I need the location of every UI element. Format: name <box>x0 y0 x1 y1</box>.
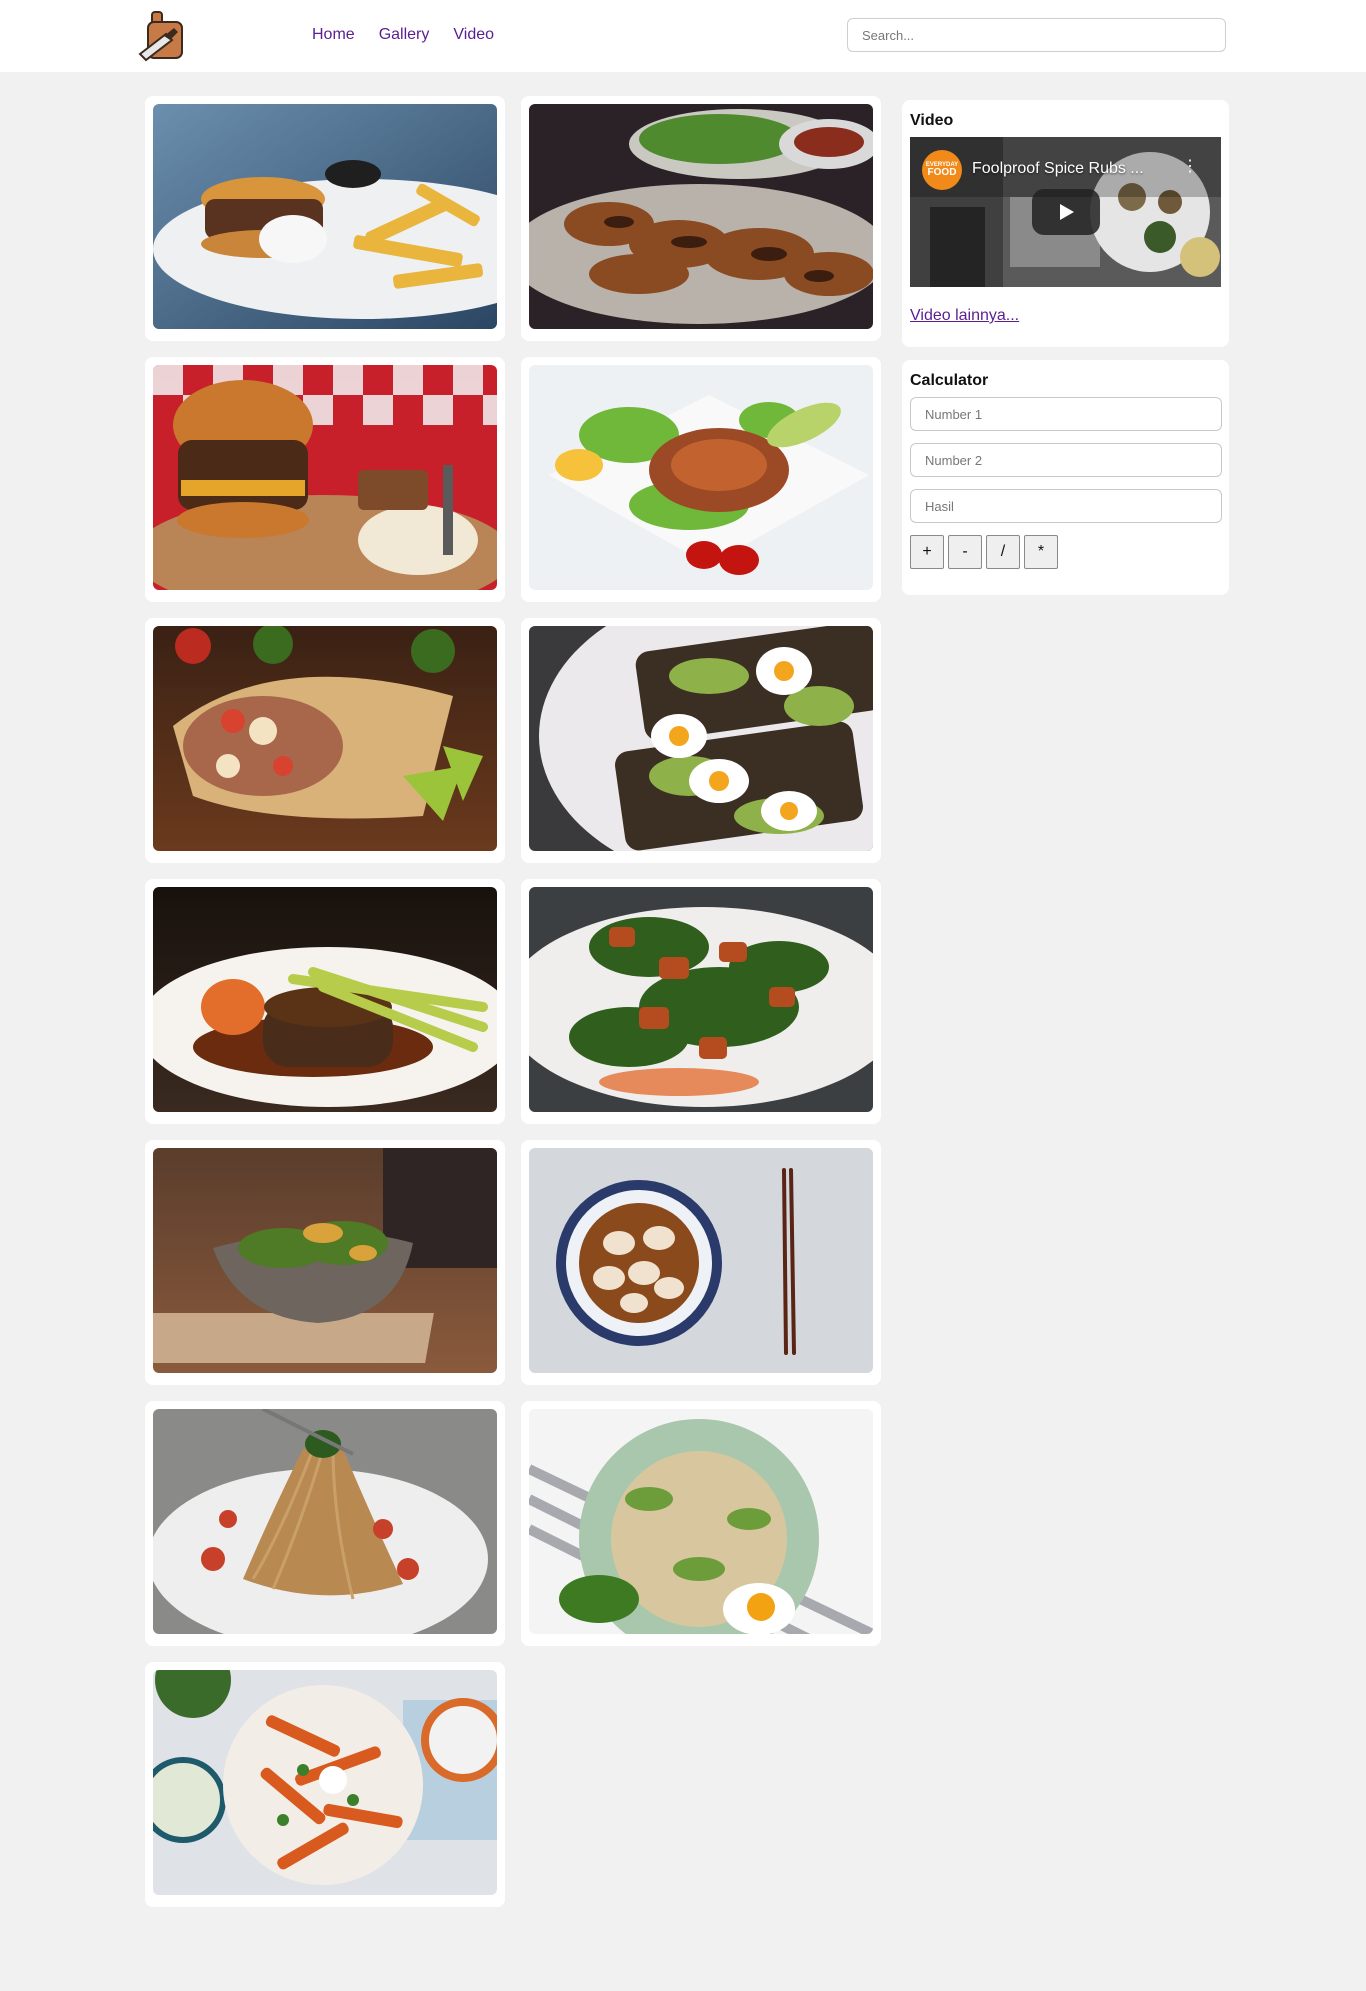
operator-buttons: + - / * <box>910 535 1221 569</box>
channel-badge-bottom: FOOD <box>927 167 957 178</box>
embedded-video-player[interactable]: EVERYDAY FOOD Foolproof Spice Rubs ... ⋮ <box>910 137 1221 287</box>
gallery-card[interactable] <box>145 357 505 602</box>
food-photo-burger-and-fries[interactable] <box>153 104 497 329</box>
food-photo-salmon-steak-salad[interactable] <box>529 365 873 590</box>
gallery-card[interactable] <box>521 357 881 602</box>
number1-input[interactable] <box>910 397 1222 431</box>
gallery-card[interactable] <box>145 1662 505 1907</box>
channel-avatar[interactable]: EVERYDAY FOOD <box>922 150 962 190</box>
food-photo-burrito-wrap[interactable] <box>153 626 497 851</box>
result-field[interactable] <box>910 489 1222 523</box>
food-photo-avocado-egg-toast[interactable] <box>529 626 873 851</box>
gallery-card[interactable] <box>145 96 505 341</box>
food-photo-steak-with-asparagus[interactable] <box>153 887 497 1112</box>
gallery-card[interactable] <box>521 618 881 863</box>
video-title[interactable]: Foolproof Spice Rubs ... <box>972 160 1144 178</box>
food-photo-burger-on-wooden-board[interactable] <box>153 365 497 590</box>
logo-cutting-board-knife-icon[interactable] <box>136 10 188 62</box>
divide-button[interactable]: / <box>986 535 1020 569</box>
top-navbar: Home Gallery Video <box>0 0 1366 72</box>
add-button[interactable]: + <box>910 535 944 569</box>
gallery-card[interactable] <box>521 96 881 341</box>
gallery-card[interactable] <box>145 618 505 863</box>
gallery-card[interactable] <box>145 879 505 1124</box>
subtract-button[interactable]: - <box>948 535 982 569</box>
food-photo-dumpling-soup-chopsticks[interactable] <box>529 1148 873 1373</box>
gallery-card[interactable] <box>521 879 881 1124</box>
food-photo-grilled-chicken-skewers[interactable] <box>529 104 873 329</box>
gallery-card[interactable] <box>521 1140 881 1385</box>
more-options-icon[interactable]: ⋮ <box>1182 159 1198 175</box>
calculator-panel: Calculator + - / * <box>902 360 1229 595</box>
gallery-card[interactable] <box>145 1140 505 1385</box>
food-photo-chicken-spinach-salad[interactable] <box>529 887 873 1112</box>
nav-video-link[interactable]: Video <box>453 26 494 44</box>
more-videos-link[interactable]: Video lainnya... <box>910 307 1019 325</box>
main-nav: Home Gallery Video <box>312 26 494 44</box>
food-photo-rice-bowl-with-egg[interactable] <box>529 1409 873 1634</box>
gallery-card[interactable] <box>521 1401 881 1646</box>
nav-gallery-link[interactable]: Gallery <box>379 26 430 44</box>
gallery-card[interactable] <box>145 1401 505 1646</box>
food-photo-sweet-potato-fries-platter[interactable] <box>153 1670 497 1895</box>
multiply-button[interactable]: * <box>1024 535 1058 569</box>
video-panel: Video EVERYDAY FOOD Foolproof Spice Rubs… <box>902 100 1229 347</box>
play-button[interactable] <box>1032 189 1100 235</box>
play-icon <box>1060 204 1074 220</box>
food-photo-spaghetti-on-fork[interactable] <box>153 1409 497 1634</box>
number2-input[interactable] <box>910 443 1222 477</box>
calculator-heading: Calculator <box>910 372 989 389</box>
video-panel-heading: Video <box>910 112 954 129</box>
search-input[interactable] <box>847 18 1226 52</box>
food-photo-salad-bowl[interactable] <box>153 1148 497 1373</box>
nav-home-link[interactable]: Home <box>312 26 355 44</box>
